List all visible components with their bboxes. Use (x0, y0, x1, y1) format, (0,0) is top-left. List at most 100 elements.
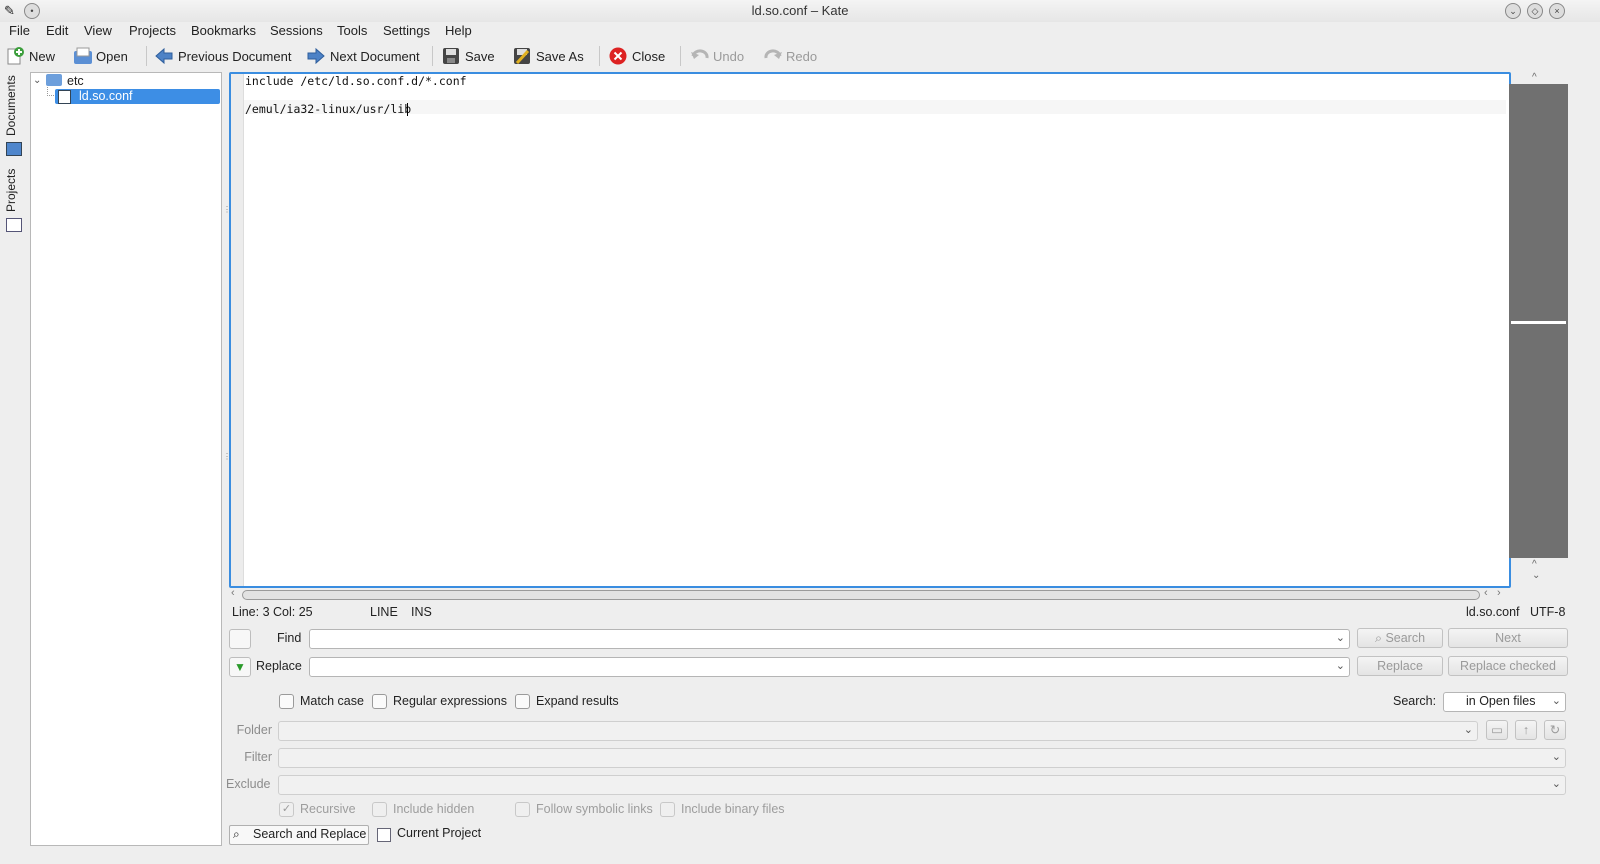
code-line-3: /emul/ia32-linux/usr/lib (245, 102, 412, 116)
folder-up-icon[interactable]: ↑ (1515, 720, 1537, 740)
follow-links-label: Follow symbolic links (536, 802, 653, 816)
redo-icon (763, 47, 782, 65)
toggle-options-icon[interactable]: ▼ (229, 657, 251, 677)
horizontal-scrollbar[interactable]: ‹ ‹ › (229, 587, 1507, 602)
encoding[interactable]: UTF-8 (1530, 605, 1565, 619)
tree-item-selected[interactable]: ld.so.conf (55, 89, 220, 104)
text-editor[interactable]: include /etc/ld.so.conf.d/*.conf /emul/i… (229, 72, 1511, 588)
tab-current-project[interactable]: Current Project (376, 826, 496, 844)
arrow-left-icon (155, 47, 173, 65)
title-bar: ✎ • ld.so.conf – Kate ⌄ ◇ × (0, 0, 1600, 22)
menu-settings[interactable]: Settings (383, 23, 430, 38)
save-as-icon (513, 47, 531, 65)
scroll-left-icon[interactable]: ‹ (1484, 587, 1488, 599)
cursor-position[interactable]: Line: 3 Col: 25 (232, 605, 313, 619)
maximize-icon[interactable]: ◇ (1527, 3, 1543, 19)
scroll-right-icon[interactable]: › (1497, 587, 1501, 599)
chevron-down-icon[interactable]: ⌄ (1336, 631, 1345, 644)
previous-document-button[interactable]: Previous Document (155, 45, 291, 67)
search-button[interactable]: ⌕ Search (1357, 628, 1443, 648)
match-case-checkbox[interactable] (279, 694, 294, 709)
chevron-down-icon[interactable]: ⌄ (1336, 659, 1345, 672)
exclude-input[interactable]: ⌄ (278, 775, 1566, 795)
editor-gutter (231, 74, 244, 586)
next-button[interactable]: Next (1448, 628, 1568, 648)
menu-edit[interactable]: Edit (46, 23, 68, 38)
save-icon (442, 47, 460, 65)
next-document-button[interactable]: Next Document (307, 45, 420, 67)
code-line-1: include /etc/ld.so.conf.d/*.conf (245, 74, 467, 88)
open-label: Open (96, 48, 128, 64)
text-file-icon (58, 90, 71, 104)
include-hidden-checkbox[interactable] (372, 802, 387, 817)
include-binary-checkbox[interactable] (660, 802, 675, 817)
tree-folder-etc[interactable]: etc (67, 74, 84, 88)
scroll-left-icon[interactable]: ‹ (231, 587, 235, 599)
find-input[interactable]: ⌄ (309, 629, 1350, 649)
toolbar-separator (680, 46, 681, 66)
follow-links-checkbox[interactable] (515, 802, 530, 817)
undo-button[interactable]: Undo (690, 45, 744, 67)
undo-label: Undo (713, 48, 745, 64)
new-label: New (29, 48, 56, 64)
close-window-icon[interactable]: × (1549, 3, 1565, 19)
redo-button[interactable]: Redo (763, 45, 817, 67)
replace-button[interactable]: Replace (1357, 656, 1443, 676)
minimize-icon[interactable]: ⌄ (1505, 3, 1521, 19)
toolbar-separator (146, 46, 147, 66)
folder-input[interactable]: ⌄ (278, 721, 1478, 741)
browse-folder-icon[interactable]: ▭ (1486, 720, 1508, 740)
close-label: Close (632, 48, 666, 64)
tab-documents[interactable]: Documents (4, 74, 24, 138)
new-button[interactable]: New (6, 45, 55, 67)
binoculars-icon: ⌕ (233, 827, 240, 841)
tab-projects[interactable]: Projects (4, 164, 24, 216)
replace-checked-button[interactable]: Replace checked (1448, 656, 1568, 676)
search-scope-value: in Open files (1466, 694, 1536, 708)
current-line-highlight (244, 100, 1506, 114)
horizontal-scroll-thumb[interactable] (242, 590, 1480, 600)
toolbar-separator (432, 46, 433, 66)
folder-label: Folder (236, 723, 272, 737)
project-icon (377, 828, 391, 842)
text-cursor (407, 103, 408, 116)
side-tab-bar: Documents Projects (4, 72, 24, 244)
save-as-button[interactable]: Save As (513, 45, 584, 67)
expand-arrow-icon[interactable]: ⌄ (33, 75, 41, 86)
tree-file-ld-so-conf: ld.so.conf (79, 89, 133, 103)
menu-help[interactable]: Help (445, 23, 472, 38)
menu-sessions[interactable]: Sessions (270, 23, 323, 38)
close-button[interactable]: Close (609, 45, 665, 67)
menu-tools[interactable]: Tools (337, 23, 367, 38)
open-button[interactable]: Open (73, 45, 128, 67)
new-tab-icon[interactable] (229, 629, 251, 649)
tab-search-and-replace[interactable]: ⌕ Search and Replace (229, 825, 369, 845)
regex-label: Regular expressions (393, 694, 507, 708)
toolbar-separator (599, 46, 600, 66)
regex-checkbox[interactable] (372, 694, 387, 709)
replace-label: Replace (256, 659, 302, 673)
current-folder-icon[interactable]: ↻ (1544, 720, 1566, 740)
insert-mode[interactable]: INS (411, 605, 432, 619)
menu-bookmarks[interactable]: Bookmarks (191, 23, 256, 38)
filter-input[interactable]: ⌄ (278, 748, 1566, 768)
scroll-down-icon[interactable]: ⌄ (1532, 570, 1540, 581)
minimap-scrollbar[interactable] (1509, 84, 1568, 558)
expand-results-checkbox[interactable] (515, 694, 530, 709)
match-case-label: Match case (300, 694, 364, 708)
save-label: Save (465, 48, 495, 64)
menu-file[interactable]: File (9, 23, 30, 38)
search-button-label: Search (1385, 631, 1426, 645)
replace-input[interactable]: ⌄ (309, 657, 1350, 677)
scroll-up-icon[interactable]: ^ (1532, 559, 1537, 570)
search-scope-select[interactable]: in Open files ⌄ (1443, 692, 1566, 712)
chevron-down-icon: ⌄ (1463, 724, 1473, 736)
window-title: ld.so.conf – Kate (751, 3, 849, 18)
tab-current-project-label: Current Project (397, 826, 482, 840)
save-button[interactable]: Save (442, 45, 495, 67)
scroll-up-icon[interactable]: ^ (1532, 72, 1537, 83)
recursive-checkbox[interactable]: ✓ (279, 802, 294, 817)
selection-mode[interactable]: LINE (370, 605, 398, 619)
menu-view[interactable]: View (84, 23, 112, 38)
menu-projects[interactable]: Projects (129, 23, 176, 38)
